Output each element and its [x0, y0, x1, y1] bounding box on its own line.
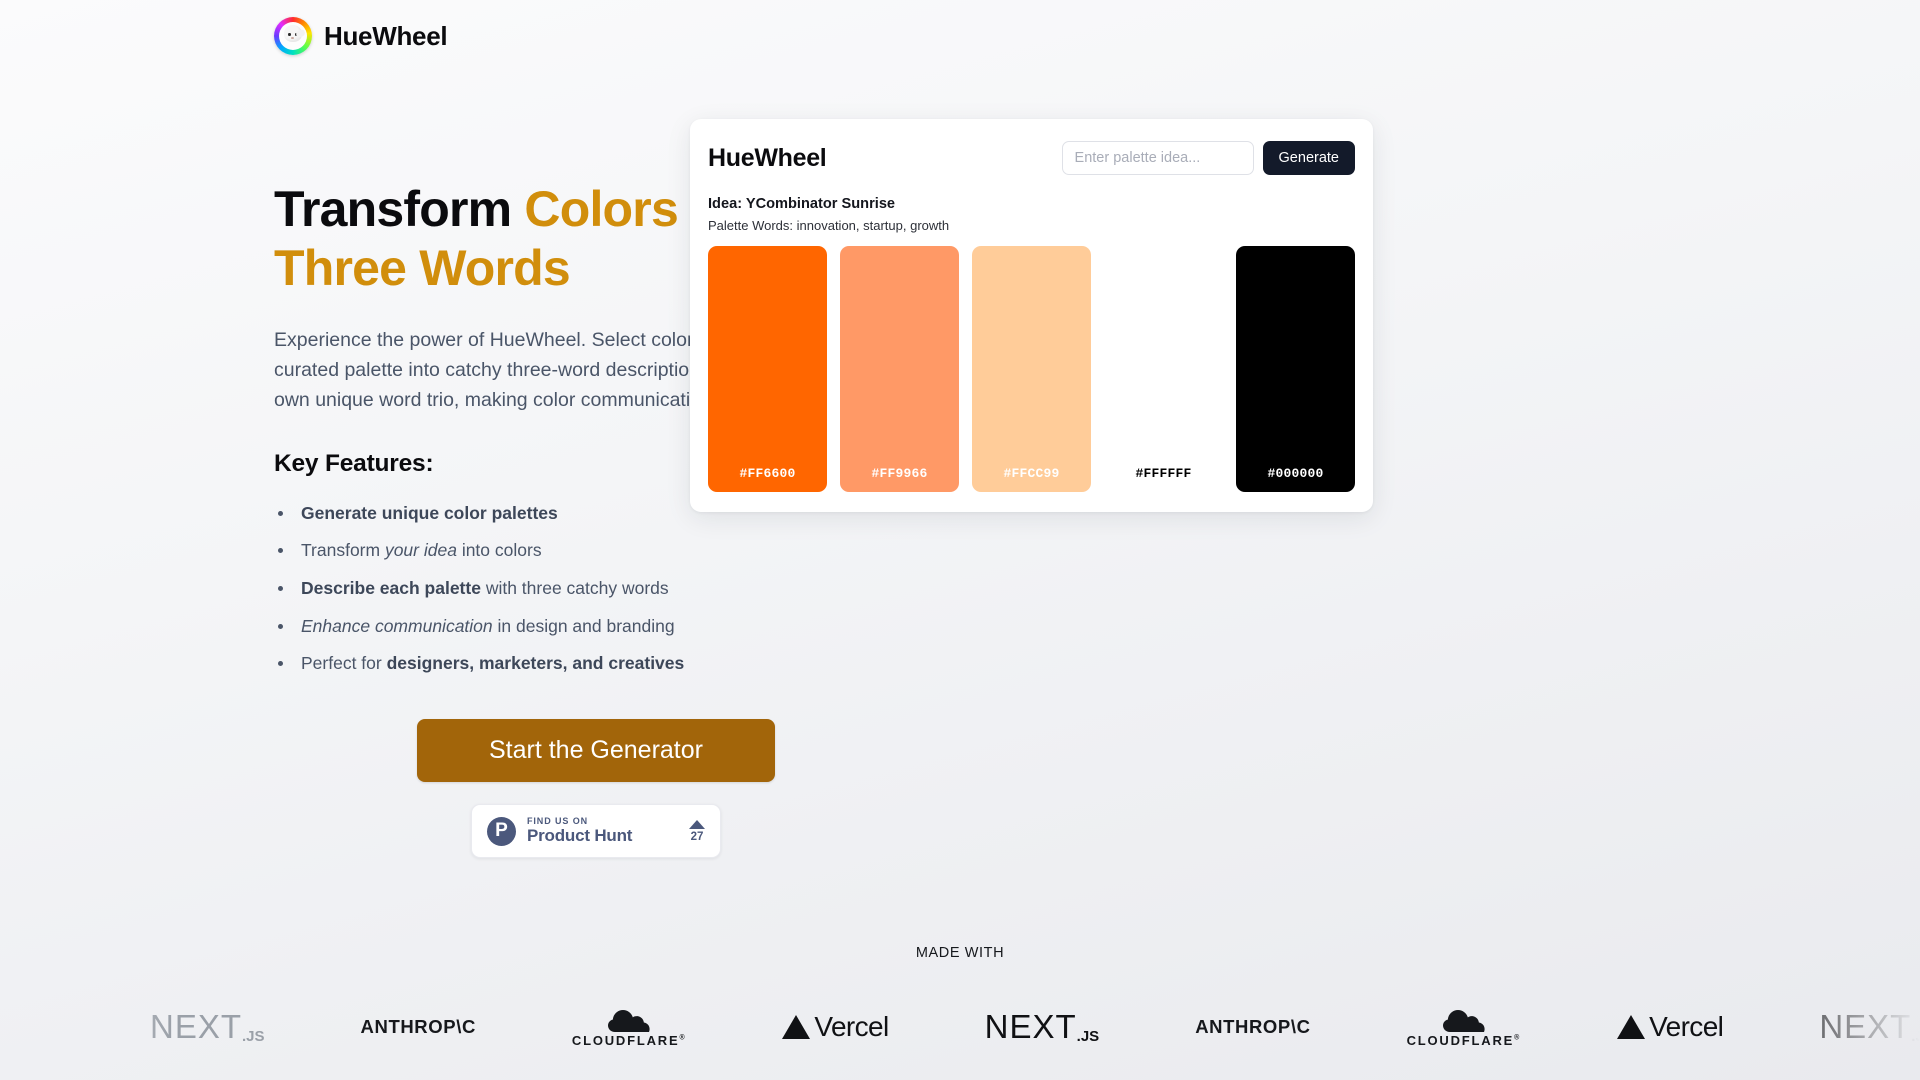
vercel-logo-icon: Vercel [1617, 1011, 1724, 1043]
cta-area: Start the Generator P FIND US ON Product… [274, 719, 954, 859]
color-swatch[interactable]: #FFFFFF [1104, 246, 1223, 492]
color-swatch[interactable]: #000000 [1236, 246, 1355, 492]
feature-italic: your idea [384, 540, 457, 561]
list-item: Enhance communication in design and bran… [274, 613, 954, 640]
product-hunt-icon: P [487, 816, 516, 846]
palette-swatch-row: #FF6600 #FF9966 #FFCC99 #FFFFFF #000000 [708, 246, 1355, 492]
anthropic-logo-icon: ANTHROP\C [1195, 1016, 1311, 1037]
cat-eye-left-icon [288, 33, 291, 37]
swatch-hex-label: #FF6600 [739, 466, 796, 481]
feature-bold-lead: Generate unique color palettes [301, 502, 558, 523]
feature-rest: with three catchy words [480, 577, 669, 598]
tech-logo-next: NEXT.JS [985, 997, 1100, 1057]
swatch-hex-label: #000000 [1267, 466, 1324, 481]
product-hunt-badge[interactable]: P FIND US ON Product Hunt 27 [471, 804, 721, 859]
preview-card-header: HueWheel Generate [708, 141, 1355, 175]
upvote-count: 27 [690, 830, 704, 843]
generate-button[interactable]: Generate [1262, 141, 1355, 175]
palette-preview-card: HueWheel Generate Idea: YCombinator Sunr… [690, 119, 1373, 512]
anthropic-logo-icon: ANTHROP\C [360, 1016, 476, 1037]
feature-italic: Enhance communication [301, 615, 493, 636]
cloudflare-logo-icon: CLOUDFLARE® [572, 1006, 687, 1048]
swatch-hex-label: #FF9966 [871, 466, 928, 481]
product-hunt-text: FIND US ON Product Hunt [527, 816, 689, 848]
upvote-caret-icon [689, 819, 705, 829]
palette-idea-label: Idea: YCombinator Sunrise [708, 196, 896, 212]
cat-face-icon [279, 22, 307, 50]
cat-tail-icon [295, 28, 306, 39]
feature-rest: in design and branding [492, 615, 675, 636]
color-swatch[interactable]: #FF9966 [840, 246, 959, 492]
tech-logo-vercel: Vercel [1617, 997, 1724, 1057]
color-swatch[interactable]: #FF6600 [708, 246, 827, 492]
tech-logo-vercel: Vercel [782, 997, 889, 1057]
headline-accent-colors: Colors [524, 181, 678, 237]
swatch-hex-label: #FFCC99 [1003, 466, 1060, 481]
made-with-label: MADE WITH [915, 945, 1005, 961]
list-item: Describe each palette with three catchy … [274, 575, 954, 602]
product-hunt-find-us-on: FIND US ON [527, 815, 589, 826]
feature-rest: into colors [456, 540, 542, 561]
vercel-logo-icon: Vercel [782, 1011, 889, 1043]
headline-accent-three-words: Three Words [274, 240, 571, 296]
brand-name: HueWheel [324, 20, 448, 51]
list-item: Transform your idea into colors [274, 537, 954, 564]
tech-logo-cloudflare: CLOUDFLARE® [572, 997, 687, 1057]
palette-words-label: Palette Words: innovation, startup, grow… [708, 218, 950, 233]
list-item: Perfect for designers, marketers, and cr… [274, 650, 954, 677]
marquee-track: NEXT.JS ANTHROP\C CLOUDFLARE® Vercel NEXT.JS… [0, 985, 1920, 1069]
feature-pre: Transform [301, 540, 385, 561]
product-hunt-upvote[interactable]: 27 [689, 819, 705, 843]
cloudflare-logo-icon: CLOUDFLARE® [1407, 1006, 1522, 1048]
start-generator-button[interactable]: Start the Generator [417, 719, 775, 783]
preview-card-controls: Generate [1061, 141, 1355, 175]
color-swatch[interactable]: #FFCC99 [972, 246, 1091, 492]
tech-logo-cloudflare: CLOUDFLARE® [1407, 997, 1522, 1057]
features-list: Generate unique color palettes Transform… [274, 500, 954, 678]
feature-bold-lead: Describe each palette [301, 577, 481, 598]
tech-logo-next: NEXT.JS [150, 997, 265, 1057]
tech-logo-next: NEXT.JS [1819, 997, 1920, 1057]
product-hunt-name: Product Hunt [527, 826, 633, 846]
tech-logo-marquee: NEXT.JS ANTHROP\C CLOUDFLARE® Vercel NEXT.JS… [0, 985, 1920, 1069]
brand-logo-link[interactable]: HueWheel [274, 17, 448, 55]
nextjs-logo-icon: NEXT.JS [150, 1008, 265, 1045]
headline-part-1: Transform [274, 181, 525, 237]
nextjs-logo-icon: NEXT.JS [984, 1008, 1100, 1045]
nextjs-logo-icon: NEXT.JS [1819, 1008, 1920, 1045]
cat-nose-icon [291, 36, 295, 39]
site-header: HueWheel [0, 0, 1920, 72]
palette-idea-input[interactable] [1061, 141, 1254, 175]
tech-logo-anthropic: ANTHROP\C [1195, 997, 1310, 1057]
preview-card-title: HueWheel [708, 143, 827, 172]
tech-logo-anthropic: ANTHROP\C [361, 997, 476, 1057]
swatch-hex-label: #FFFFFF [1135, 466, 1192, 481]
feature-pre: Perfect for [301, 653, 387, 674]
feature-bold-tail: designers, marketers, and creatives [386, 653, 685, 674]
hue-wheel-logo-icon [274, 17, 312, 55]
